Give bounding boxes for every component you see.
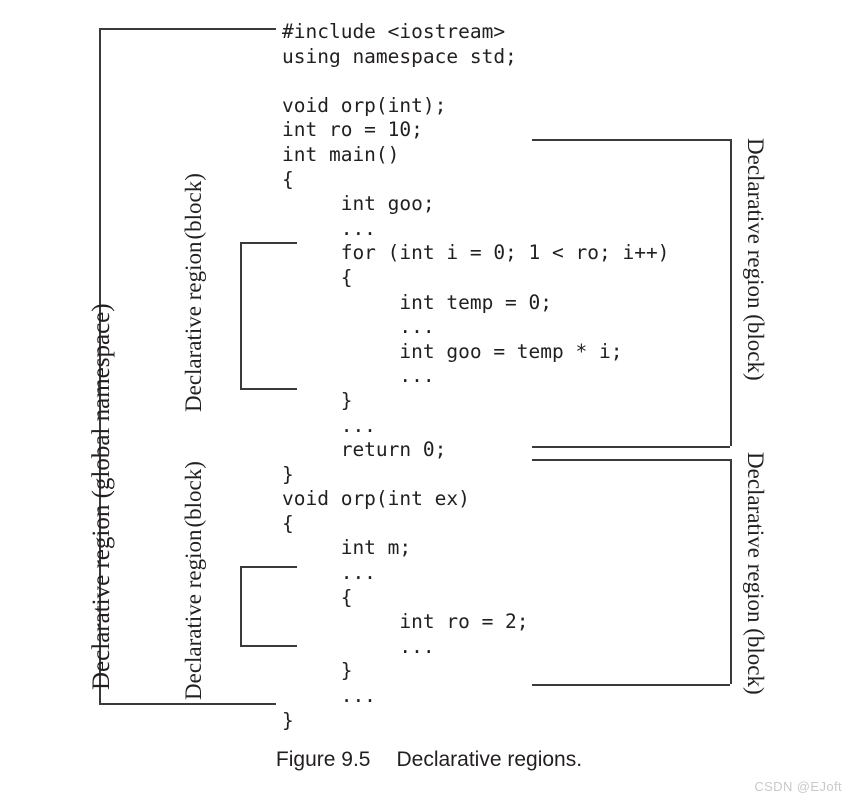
code-line: #include <iostream> [282, 20, 506, 43]
label-declarative-region-block-right-1: Declarative region (block) [743, 138, 768, 381]
left-block1-bracket-vertical-line [240, 242, 242, 388]
code-line: ... [282, 315, 435, 339]
label-left-block-1-line1: Declarative region [181, 241, 206, 413]
code-line: ... [282, 364, 435, 388]
code-line: { [282, 585, 353, 609]
figure-caption-number: Figure 9.5 [275, 748, 371, 771]
figure-caption-text: Declarative regions. [396, 748, 583, 771]
code-line: int m; [282, 536, 412, 560]
left-block2-bracket-vertical-line [240, 566, 242, 645]
code-line: int goo = temp * i; [282, 339, 623, 363]
code-line: } [282, 462, 294, 486]
right-block1-bracket-vertical-line [730, 139, 732, 446]
code-line: } [282, 708, 294, 732]
label-left-block-1-line2: (block) [181, 173, 206, 240]
code-line: int temp = 0; [282, 290, 553, 314]
label-left-block-2-line2: (block) [181, 461, 206, 528]
label-declarative-region-block-left-1: Declarative region (block) [180, 173, 207, 412]
code-line: return 0; [282, 438, 447, 462]
code-line: for (int i = 0; 1 < ro; i++) [282, 241, 670, 265]
code-line: void orp(int ex) [282, 487, 470, 511]
label-declarative-region-block-right-2: Declarative region (block) [743, 452, 768, 695]
code-line: using namespace std; [282, 44, 517, 68]
code-line: int main() [282, 142, 400, 166]
code-line: { [282, 265, 353, 289]
right-block2-bracket-vertical-line [730, 459, 732, 684]
code-line: ... [282, 216, 376, 240]
code-line: { [282, 511, 294, 535]
global-bracket-bottom-line [99, 703, 276, 705]
code-line: int ro = 2; [282, 610, 529, 634]
code-listing: #include <iostream> using namespace std; … [282, 20, 669, 733]
label-declarative-region-global-namespace: Declarative region (global namespace) [88, 303, 115, 690]
global-bracket-top-line [99, 28, 276, 30]
code-line: ... [282, 413, 376, 437]
code-line: int ro = 10; [282, 118, 423, 142]
code-line: ... [282, 684, 376, 708]
code-line: ... [282, 561, 376, 585]
code-line: void orp(int); [282, 93, 447, 117]
code-line: } [282, 659, 353, 683]
label-left-block-2-line1: Declarative region [181, 529, 206, 701]
code-line: ... [282, 634, 435, 658]
watermark-csdn: CSDN @EJoft [754, 779, 842, 794]
label-declarative-region-block-left-2: Declarative region (block) [180, 461, 207, 700]
code-line: { [282, 167, 294, 191]
figure-caption: Figure 9.5 Declarative regions. [0, 748, 858, 772]
code-line: } [282, 388, 353, 412]
code-line: int goo; [282, 192, 435, 216]
figure-declarative-regions: Declarative region (global namespace) De… [0, 0, 858, 800]
